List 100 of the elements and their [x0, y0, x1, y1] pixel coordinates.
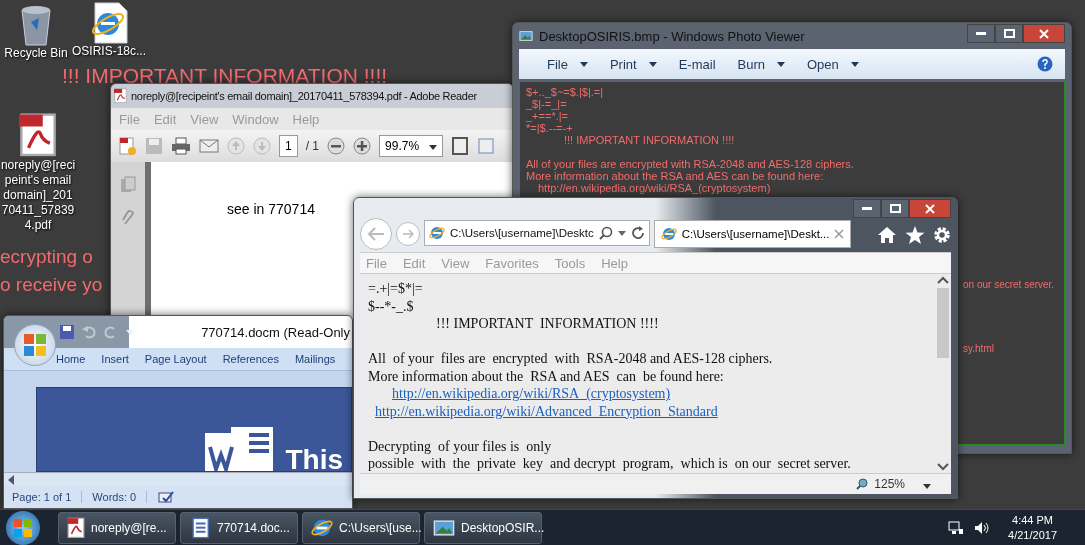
save-icon — [60, 325, 74, 339]
address-bar[interactable]: C:\Users\[username]\Desktc — [424, 220, 650, 246]
minimize-button[interactable] — [967, 24, 995, 43]
refresh-icon — [630, 226, 645, 240]
taskbar-button[interactable]: C:\Users\[use... — [302, 511, 420, 544]
pdf-file-icon — [67, 516, 85, 539]
page-text: see in 770714 — [227, 201, 315, 217]
scrollbar[interactable] — [935, 274, 951, 473]
envelope-icon — [199, 139, 219, 153]
image-text: _$|-=_|= — [526, 98, 568, 110]
ribbon-tab[interactable]: Page Layout — [144, 353, 207, 365]
ribbon-tab[interactable]: References — [222, 353, 279, 365]
zoom-field[interactable]: 99.7% — [379, 135, 444, 157]
maximize-icon — [1003, 29, 1015, 38]
taskbar-button[interactable]: DesktopOSIR... — [424, 511, 542, 544]
image-text: _+==*.|= — [526, 110, 569, 122]
ribbon-tab[interactable]: Home — [56, 353, 86, 365]
desktop-icon-label[interactable]: noreply@[recipeint's email domain]_20170411_578394.pdf — [0, 157, 76, 233]
zoom-level[interactable]: 125% — [874, 477, 905, 491]
ribbon-tab[interactable]: Mailings — [294, 353, 336, 365]
caret-icon — [617, 230, 626, 236]
zoom-out-icon — [327, 137, 346, 155]
document-file-icon — [189, 516, 211, 539]
search-icon — [598, 226, 613, 240]
close-button[interactable] — [1023, 24, 1065, 43]
toolbar-menu[interactable]: Open — [807, 56, 859, 72]
maximize-button[interactable] — [995, 24, 1023, 43]
full-screen-icon — [477, 137, 496, 155]
close-icon — [925, 203, 935, 214]
maximize-button[interactable] — [881, 199, 909, 218]
home-icon — [877, 226, 897, 244]
close-icon — [834, 229, 845, 239]
back-arrow-icon — [367, 227, 385, 241]
toolbar-menu[interactable]: Burn — [737, 56, 785, 72]
network-icon — [948, 520, 965, 535]
close-icon — [1039, 28, 1049, 39]
image-text: !!! IMPORTANT INFORMATION !!!! — [563, 134, 736, 146]
clock-date[interactable]: 4/21/2017 — [1008, 527, 1057, 543]
page-text: More information about the RSA and AES can be found here: — [368, 367, 725, 385]
help-icon — [1037, 56, 1053, 72]
ie-logo-icon — [429, 225, 445, 241]
desktop-icon-label[interactable]: OSIRIS-18c... — [72, 44, 146, 59]
ribbon-tab[interactable]: Insert — [101, 353, 129, 365]
toolbar-menu[interactable]: Print — [609, 56, 657, 72]
zoom-icon — [856, 478, 869, 490]
pdf-file-icon — [114, 88, 127, 104]
star-icon — [905, 226, 925, 244]
image-text: sy.html — [963, 343, 994, 354]
fit-page-icon — [451, 137, 470, 155]
save-icon — [145, 137, 163, 155]
maximize-icon — [889, 204, 901, 213]
wallpaper-text: !!! IMPORTANT INFORMATION !!!! — [62, 64, 388, 88]
minimize-button[interactable] — [853, 199, 881, 218]
clock-time[interactable]: 4:44 PM — [1012, 512, 1053, 528]
caret-icon — [126, 329, 134, 335]
page-text: $--*-_.$ — [368, 297, 415, 315]
pages-icon — [120, 176, 136, 194]
desktop-icon-label[interactable]: Recycle Bin — [4, 46, 68, 61]
window-title: noreply@[recipeint's email domain]_20170411_578394.pdf - Adobe Reader — [131, 90, 477, 102]
forward-arrow-icon — [402, 229, 414, 239]
caret-icon — [648, 61, 657, 67]
caret-icon — [850, 61, 859, 67]
page-text: !!! IMPORTANT INFORMATION !!!! — [435, 315, 660, 333]
office-button[interactable] — [14, 324, 56, 366]
link[interactable]: http://en.wikipedia.org/wiki/Advanced_Encryption_Standard — [375, 403, 718, 419]
settings-icon — [933, 226, 951, 244]
shortcut-file-icon — [89, 2, 129, 44]
taskbar-button[interactable]: 770714.doc... — [180, 511, 298, 544]
image-text: $+.._$~=$.|$|.=| — [526, 86, 605, 98]
print-icon — [171, 137, 191, 155]
left-arrow-icon — [7, 474, 15, 485]
image-text: http://en.wikipedia.org/wiki/RSA_(cryptosystem) — [537, 182, 772, 194]
toolbar-menu[interactable]: E-mail — [678, 56, 716, 72]
ie-logo-icon — [660, 226, 677, 242]
page-text: Decrypting of your files is only — [368, 437, 553, 455]
page-count: / 1 — [305, 139, 320, 153]
link[interactable]: http://en.wikipedia.org/wiki/RSA_(cryptosystem) — [392, 386, 671, 401]
photo-viewer-icon — [519, 29, 533, 43]
pdf-file-icon — [19, 112, 57, 158]
wallpaper-text: ecrypting o — [0, 246, 93, 268]
undo-icon — [82, 325, 96, 339]
office-logo-icon — [23, 333, 47, 357]
page-text: All of your files are encrypted with RSA-2048 and AES-128 ciphers. — [368, 350, 774, 368]
caret-icon — [429, 145, 438, 150]
minimize-icon — [862, 207, 872, 210]
chevron-down-icon — [937, 463, 949, 471]
close-button[interactable] — [909, 199, 951, 218]
page-number-field[interactable]: 1 — [279, 135, 298, 157]
minimize-icon — [976, 32, 986, 35]
page-text: possible with the private key and decrypt program, which is on our secret server. — [368, 455, 852, 473]
image-text: All of your files are encrypted with RSA-2048 and AES-128 ciphers. — [526, 158, 855, 170]
browser-tab[interactable]: C:\Users\[username]\Deskt... — [653, 220, 852, 248]
zoom-in-icon — [353, 137, 372, 155]
window-title: DesktopOSIRIS.bmp - Windows Photo Viewer — [539, 28, 805, 44]
wallpaper-text: o receive yo — [0, 274, 103, 296]
start-button[interactable] — [6, 510, 40, 545]
taskbar-button[interactable]: noreply@[re... — [58, 511, 176, 544]
horizontal-scrollbar[interactable] — [4, 472, 352, 486]
toolbar-menu[interactable]: File — [547, 56, 588, 72]
status-text: Words: 0 — [92, 491, 148, 503]
